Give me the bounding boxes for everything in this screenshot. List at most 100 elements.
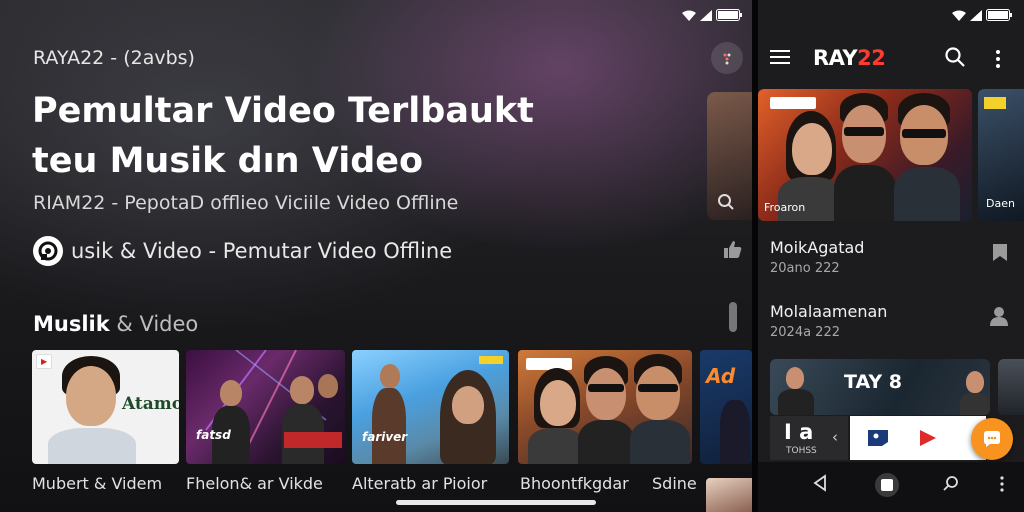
thumbs-up-icon[interactable] <box>722 240 742 263</box>
tagline-text: usik & Video - Pemutar Video Offline <box>71 239 453 263</box>
list-item-date: 20ano 222 <box>770 261 840 276</box>
promo-banner[interactable]: TAY 8 <box>770 359 990 415</box>
player-title-big: I a <box>784 420 814 444</box>
card-overlay-text: Ad <box>706 364 736 388</box>
hero-caption: Froaron <box>764 201 806 214</box>
battery-icon <box>716 9 742 21</box>
card-overlay-text: fariver <box>362 430 408 444</box>
person-body <box>630 420 690 464</box>
person-face <box>792 123 832 175</box>
chevron-left-icon[interactable]: ‹ <box>832 428 838 446</box>
section-title: Muslik & Video <box>33 312 198 336</box>
person-body <box>48 428 136 464</box>
brand-part-2: 22 <box>857 46 886 70</box>
channel-badge: ▶ <box>36 354 53 369</box>
search-icon[interactable] <box>717 193 735 215</box>
cast-icon <box>723 53 731 65</box>
hero-tagline: usik & Video - Pemutar Video Offline <box>33 236 452 266</box>
phone-app-screen: RAY22 Froaron Daen MoikAgatad 20ano 222 … <box>758 0 1024 512</box>
battery-icon <box>986 9 1012 21</box>
sunglasses <box>588 384 624 392</box>
peek-badge <box>984 97 1006 109</box>
wifi-icon <box>952 10 966 21</box>
more-vert-icon[interactable] <box>996 50 1000 71</box>
person-face <box>66 366 116 426</box>
person-face <box>636 366 680 420</box>
hero-peek-caption: Daen <box>986 197 1015 210</box>
sunglasses <box>844 127 884 136</box>
list-item-title: Molalaamenan <box>770 302 888 321</box>
list-item-title: MoikAgatad <box>770 238 865 257</box>
menu-icon[interactable] <box>770 50 790 64</box>
section-title-rest: & Video <box>109 312 199 336</box>
system-nav-bar <box>758 462 1024 512</box>
home-icon[interactable] <box>874 472 900 502</box>
card-caption: Alteratb ar Pioior <box>352 474 488 493</box>
scroll-handle[interactable] <box>729 302 737 332</box>
video-card[interactable]: ▶ Atamoo <box>32 350 179 464</box>
bookmark-icon[interactable] <box>990 242 1010 267</box>
player-title-small: TOHSS <box>786 446 817 456</box>
floating-action-button[interactable] <box>971 418 1013 460</box>
person-body <box>372 388 406 464</box>
recent-apps-icon[interactable] <box>942 474 960 496</box>
channel-badge <box>770 97 816 109</box>
brand-part-1: RAY <box>813 46 858 70</box>
person-face <box>586 368 626 420</box>
person-face <box>966 371 984 393</box>
hero-headline: Pemultar Video Terlbaukt teu Musik dın V… <box>32 86 552 186</box>
hero-description: RIAM22 - PepotaD offlieo Viciile Video O… <box>33 192 459 214</box>
video-card[interactable] <box>518 350 692 464</box>
person-face <box>452 386 484 424</box>
card-caption: Sdine <box>652 474 697 493</box>
person-silhouette <box>720 400 750 464</box>
status-bar <box>682 9 742 21</box>
person-body <box>834 165 896 221</box>
card-caption: Bhoontfkgdar <box>520 474 629 493</box>
headline-line-1: Pemultar Video Terlbaukt <box>32 91 534 131</box>
card-overlay-text: fatsd <box>196 428 231 442</box>
channel-badge <box>526 358 572 370</box>
player-logo <box>850 416 906 460</box>
video-card[interactable]: fatsd <box>186 350 345 464</box>
app-logo-icon <box>33 236 63 266</box>
sunglasses <box>638 384 678 392</box>
sunglasses <box>902 129 946 138</box>
person-body <box>894 167 960 221</box>
peek-thumbnail[interactable]: Daen <box>978 89 1024 221</box>
peek-avatar[interactable] <box>706 478 752 512</box>
list-item[interactable]: MoikAgatad 20ano 222 <box>770 238 1010 276</box>
person-body <box>578 420 634 464</box>
wifi-icon <box>682 10 696 21</box>
video-card[interactable]: fariver <box>352 350 509 464</box>
download-icon[interactable] <box>988 306 1010 331</box>
more-vert-icon[interactable] <box>1000 476 1004 496</box>
home-indicator[interactable] <box>396 500 596 505</box>
cast-button[interactable] <box>711 42 743 74</box>
tv-home-screen: RAYA22 - (2avbs) Pemultar Video Terlbauk… <box>0 0 752 512</box>
peek-thumbnail[interactable] <box>998 359 1024 415</box>
list-item[interactable]: Molalaamenan 2024a 222 <box>770 302 1010 340</box>
video-card[interactable]: Ad <box>700 350 752 464</box>
person-face <box>380 364 400 388</box>
yellow-tag <box>479 356 503 364</box>
search-icon[interactable] <box>944 46 966 72</box>
featured-video-card[interactable]: Froaron <box>758 89 972 221</box>
list-item-date: 2024a 222 <box>770 325 840 340</box>
person-face <box>540 380 576 426</box>
title-plate <box>284 432 342 448</box>
card-brand-text: Atamoo <box>122 394 179 414</box>
person-body <box>960 393 990 415</box>
app-brand: RAY22 <box>813 46 886 70</box>
signal-icon <box>700 9 712 21</box>
section-title-bold: Muslik <box>33 312 110 336</box>
back-icon[interactable] <box>812 474 828 496</box>
app-toolbar: RAY22 <box>758 36 1024 80</box>
chat-icon <box>984 431 1000 447</box>
signal-icon <box>970 9 982 21</box>
card-caption: Mubert & Videm <box>32 474 163 493</box>
person-face <box>318 374 338 398</box>
banner-title: TAY 8 <box>844 371 902 393</box>
person-face <box>220 380 242 406</box>
person-face <box>290 376 314 404</box>
